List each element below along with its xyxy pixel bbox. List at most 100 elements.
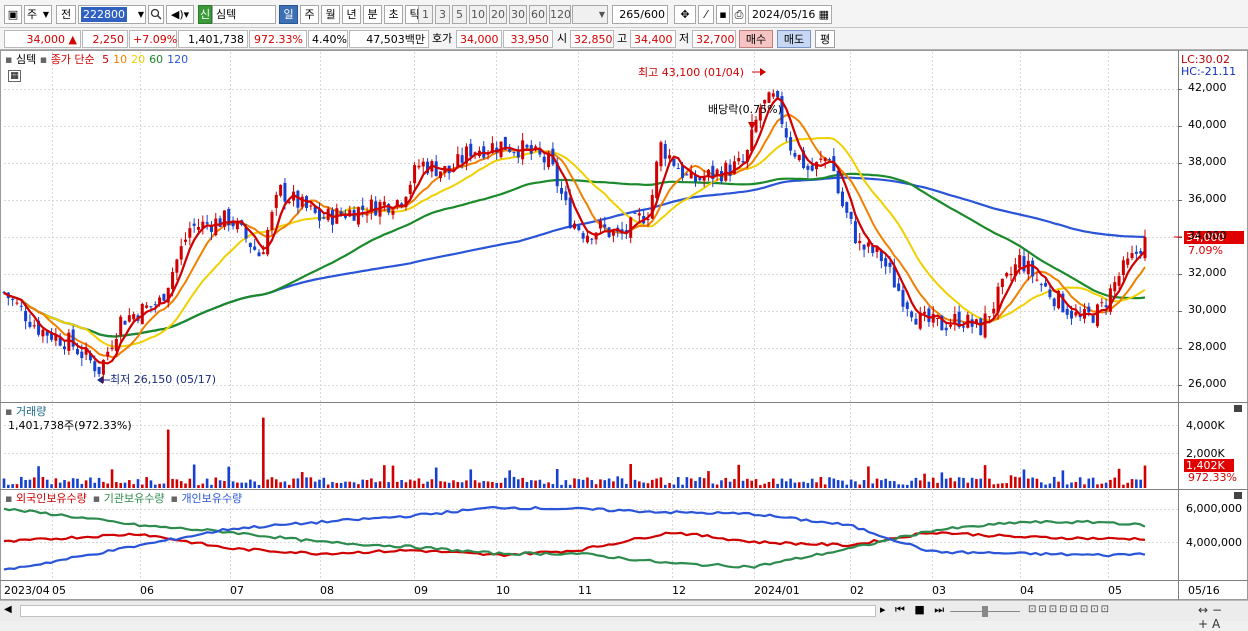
interval-button[interactable]: 20 [489, 5, 507, 24]
volume-bar [1143, 465, 1147, 488]
period-button[interactable]: 주 [300, 5, 319, 24]
search-icon[interactable] [148, 5, 164, 24]
volume-bar [1087, 478, 1091, 488]
save-icon[interactable]: ▪ [716, 5, 730, 24]
candle-body [1070, 310, 1074, 319]
scroll-left-icon[interactable]: ◀ [4, 604, 12, 615]
candle-body [382, 201, 386, 206]
volume-bar [573, 478, 576, 488]
volume-bar [1061, 470, 1065, 488]
volume-bar [1039, 482, 1043, 488]
candle-body [516, 151, 520, 158]
volume-bar [564, 480, 568, 488]
scroll-bar[interactable]: ◀ ▸ ⏮ ■ ⏭ ⊡⊡⊡⊡⊡⊡⊡⊡ ↔−+A [0, 600, 1248, 631]
volume-bar [447, 482, 451, 488]
stock-name-field[interactable]: 심텍 [212, 5, 276, 24]
volume-bar [482, 481, 486, 488]
volume-bar [521, 477, 524, 488]
interval-button[interactable]: 3 [435, 5, 450, 24]
volume-bar [655, 478, 658, 488]
scroll-track[interactable] [20, 605, 876, 617]
volume-bar [1048, 483, 1052, 488]
sound-icon[interactable]: ◀)▾ [166, 5, 194, 24]
ma-period-label[interactable]: 5 [102, 53, 109, 66]
interval-button[interactable]: 10 [469, 5, 487, 24]
candle-body [1091, 315, 1095, 323]
interval-button[interactable]: 60 [529, 5, 547, 24]
zoom-slider[interactable] [950, 605, 1025, 617]
volume-bar [685, 477, 689, 488]
candle-body [184, 239, 188, 242]
volume-bar [568, 484, 572, 488]
stock-type-select[interactable]: 주 ▼ [24, 5, 52, 24]
ma-period-label[interactable]: 120 [167, 53, 188, 66]
volume-bar [491, 482, 494, 488]
candle-body [542, 156, 546, 163]
volume-bar [1052, 476, 1056, 488]
chevron-down-icon: ▼ [598, 10, 605, 19]
chart-menu-icon[interactable]: ▣ [4, 5, 22, 24]
holding-series-label[interactable]: 개인보유수량 [181, 492, 242, 505]
period-button[interactable]: 일 [279, 5, 298, 24]
candle-body [257, 252, 261, 257]
volume-bar [897, 484, 900, 488]
candle-body [253, 246, 257, 250]
calculator-icon[interactable]: ▦ [8, 70, 21, 82]
candle-body [685, 174, 689, 176]
ma-period-label[interactable]: 20 [131, 53, 145, 66]
volume-bar [724, 477, 728, 488]
period-button[interactable]: 년 [342, 5, 361, 24]
line-draw-icon[interactable]: ⁄ [698, 5, 714, 24]
crosshair-icon[interactable]: ✥ [674, 5, 696, 24]
period-button[interactable]: 초 [384, 5, 403, 24]
ma-period-label[interactable]: 60 [149, 53, 163, 66]
volume-bar [910, 480, 913, 488]
playback-controls-icon[interactable]: ▸ ⏮ ■ ⏭ [880, 603, 947, 617]
volume-bar [486, 481, 490, 488]
prev-button[interactable]: 전 [56, 5, 76, 24]
period-button[interactable]: 월 [321, 5, 340, 24]
interval-button[interactable]: 120 [549, 5, 571, 24]
volume-panel-title: 거래량 [15, 405, 47, 418]
print-icon[interactable]: ⎙ [732, 5, 746, 24]
stock-code-input[interactable]: 222800 ▼ [78, 5, 146, 24]
layout-icons[interactable]: ⊡⊡⊡⊡⊡⊡⊡⊡ [1028, 604, 1111, 615]
zoom-controls-icon[interactable]: ↔−+A [1198, 603, 1248, 631]
bar-count-field[interactable]: 265/600 [612, 5, 668, 24]
chart-svg[interactable] [0, 50, 1248, 600]
sell-button[interactable]: 매도 [777, 30, 811, 48]
volume-bar [499, 482, 503, 488]
buy-button[interactable]: 매수 [739, 30, 773, 48]
volume-bar [715, 484, 719, 488]
holding-series-label[interactable]: 외국인보유수량 [16, 492, 87, 505]
volume-bar [171, 478, 174, 488]
volume-bar [875, 478, 879, 488]
volume-bar [996, 483, 1000, 488]
volume-bar [465, 480, 468, 488]
volume-bar [810, 478, 814, 488]
candle-body [944, 327, 948, 331]
interval-button[interactable]: 5 [452, 5, 467, 24]
interval-dropdown[interactable]: ▼ [572, 5, 608, 24]
period-button[interactable]: 분 [363, 5, 382, 24]
chart-frame: ▪ 심텍 ▪ 종가 단순 5 10 20 60 120 ▦ LC:30.02 HC:-2… [0, 50, 1248, 600]
volume-bar [802, 481, 805, 488]
volume-bar [300, 472, 304, 488]
volume-bar [417, 478, 421, 488]
candle-body [28, 321, 32, 327]
eval-button[interactable]: 평 [815, 30, 835, 48]
candle-body [188, 228, 192, 238]
candle-body [737, 158, 741, 162]
ma-period-label[interactable]: 10 [113, 53, 127, 66]
volume-bar [331, 482, 334, 488]
volume-bar [439, 481, 442, 488]
interval-button[interactable]: 1 [418, 5, 433, 24]
holding-series-label[interactable]: 기관보유수량 [104, 492, 165, 505]
candle-body [214, 218, 218, 236]
date-field[interactable]: 2024/05/16 ▦ [748, 5, 832, 24]
volume-bar [560, 484, 563, 488]
interval-button[interactable]: 30 [509, 5, 527, 24]
volume-bar [413, 480, 416, 488]
price-ytick: 38,000 [1188, 155, 1227, 168]
volume-bar [845, 484, 849, 488]
